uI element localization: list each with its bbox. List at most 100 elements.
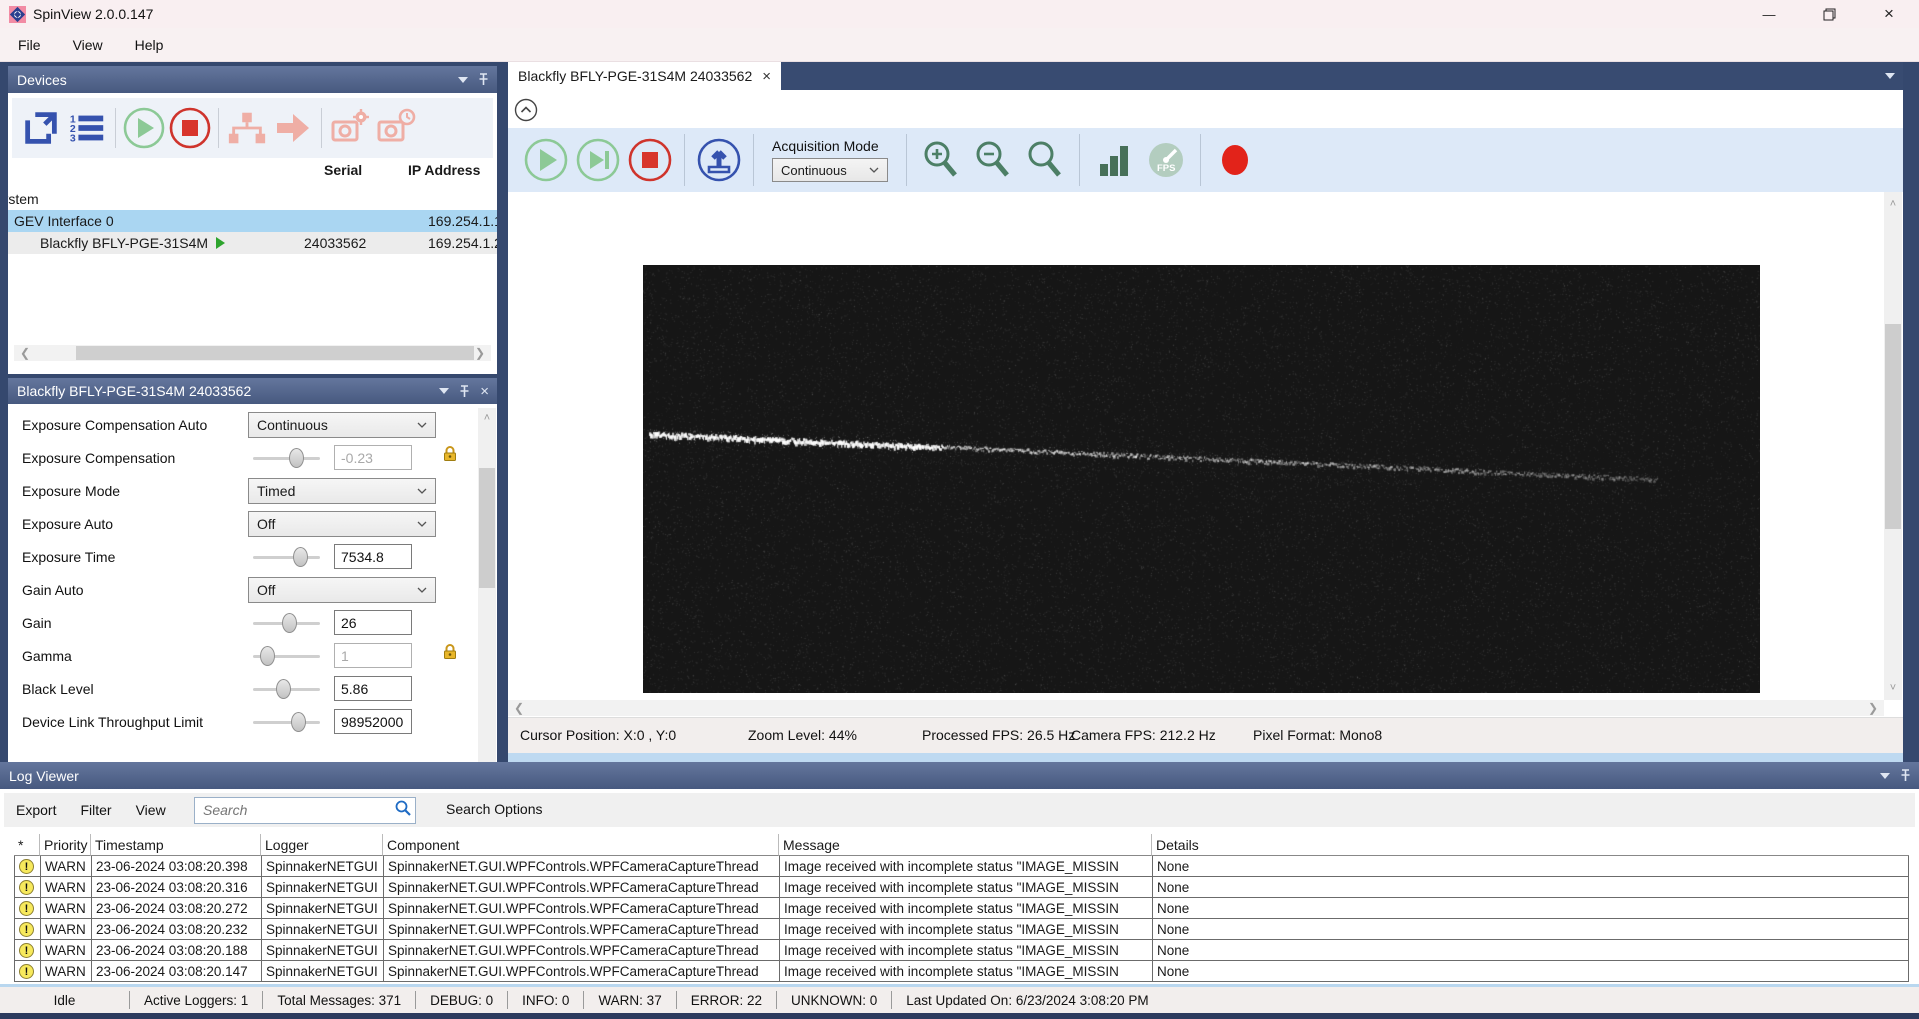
log-menu-filter[interactable]: Filter — [68, 797, 123, 823]
stop-stream-icon[interactable] — [624, 134, 676, 186]
slider-thumb[interactable] — [289, 448, 304, 468]
slider-thumb[interactable] — [291, 712, 306, 732]
viewport-horizontal-scrollbar[interactable]: ❮ ❯ — [508, 700, 1884, 716]
column-header[interactable]: Message — [779, 834, 1152, 856]
stream-tab[interactable]: Blackfly BFLY-PGE-31S4M 24033562 × — [508, 62, 781, 90]
log-row[interactable]: !WARN23-06-2024 03:08:20.147SpinnakerNET… — [14, 961, 1909, 982]
device-tree-row[interactable]: GEV Interface 0169.254.1.1 — [8, 210, 497, 232]
camera-image[interactable] — [643, 265, 1760, 693]
column-header[interactable]: Priority — [40, 834, 91, 856]
panel-menu-icon[interactable] — [1880, 773, 1890, 779]
setting-slider[interactable] — [253, 613, 320, 633]
setting-slider[interactable] — [253, 448, 320, 468]
pin-icon[interactable] — [459, 385, 470, 398]
start-stream-icon[interactable] — [520, 134, 572, 186]
scrollbar-thumb[interactable] — [76, 346, 474, 360]
log-row[interactable]: !WARN23-06-2024 03:08:20.272SpinnakerNET… — [14, 898, 1909, 919]
setting-value-input[interactable] — [334, 643, 412, 668]
search-icon[interactable] — [394, 799, 412, 817]
start-acquisition-icon[interactable] — [121, 105, 167, 151]
settings-rows: Exposure Compensation AutoContinuousExpo… — [8, 408, 478, 738]
log-menu-export[interactable]: Export — [4, 797, 68, 823]
search-options-button[interactable]: Search Options — [432, 797, 557, 824]
pin-icon[interactable] — [1900, 769, 1911, 782]
device-tree-row[interactable]: Blackfly BFLY-PGE-31S4M24033562169.254.1… — [8, 232, 497, 254]
close-panel-icon[interactable]: × — [480, 383, 489, 400]
setting-value-input[interactable] — [334, 610, 412, 635]
scroll-up-icon[interactable]: ˄ — [478, 412, 496, 424]
scroll-left-icon[interactable]: ❮ — [14, 346, 36, 360]
scroll-right-icon[interactable]: ❯ — [1862, 701, 1884, 715]
setting-dropdown[interactable]: Off — [248, 511, 436, 537]
toolbar-separator — [1079, 134, 1080, 186]
log-row[interactable]: !WARN23-06-2024 03:08:20.188SpinnakerNET… — [14, 940, 1909, 961]
column-header[interactable]: Timestamp — [91, 834, 261, 856]
column-header[interactable]: Logger — [261, 834, 383, 856]
chevron-down-icon — [869, 167, 879, 173]
column-header[interactable]: Component — [383, 834, 779, 856]
zoom-fit-icon[interactable] — [1019, 134, 1071, 186]
panel-menu-icon[interactable] — [439, 388, 449, 394]
setting-slider[interactable] — [253, 646, 320, 666]
menu-item-view[interactable]: View — [59, 31, 117, 59]
setting-value-input[interactable] — [334, 544, 412, 569]
scrollbar-thumb[interactable] — [1885, 324, 1901, 529]
image-viewport[interactable] — [508, 192, 1884, 700]
device-tree: SystemGEV Interface 0169.254.1.1Blackfly… — [8, 188, 497, 254]
fps-gauge-icon[interactable]: FPS — [1140, 134, 1192, 186]
scroll-right-icon[interactable]: ❯ — [469, 346, 491, 360]
tab-list-icon[interactable] — [1885, 73, 1895, 79]
slider-thumb[interactable] — [276, 679, 291, 699]
search-input[interactable] — [194, 797, 416, 824]
slider-thumb[interactable] — [293, 547, 308, 567]
setting-slider[interactable] — [253, 712, 320, 732]
device-tree-row[interactable]: System — [8, 188, 497, 210]
log-row[interactable]: !WARN23-06-2024 03:08:20.232SpinnakerNET… — [14, 919, 1909, 940]
viewport-vertical-scrollbar[interactable]: ˄ ˅ — [1884, 192, 1902, 700]
log-row[interactable]: !WARN23-06-2024 03:08:20.316SpinnakerNET… — [14, 877, 1909, 898]
setting-dropdown[interactable]: Timed — [248, 478, 436, 504]
setting-slider[interactable] — [253, 679, 320, 699]
devices-horizontal-scrollbar[interactable]: ❮ ❯ — [14, 345, 491, 361]
close-tab-icon[interactable]: × — [762, 68, 771, 85]
column-header[interactable]: * — [14, 834, 40, 856]
acquisition-mode-dropdown[interactable]: Continuous — [772, 158, 888, 182]
log-menu-view[interactable]: View — [124, 797, 178, 823]
scroll-left-icon[interactable]: ❮ — [508, 701, 530, 715]
camera-settings-icon[interactable] — [327, 105, 373, 151]
refresh-device-list-icon[interactable] — [18, 105, 64, 151]
pin-icon[interactable] — [478, 73, 489, 86]
scroll-down-icon[interactable]: ˅ — [1884, 682, 1902, 694]
close-button[interactable]: × — [1859, 0, 1919, 28]
device-list-order-icon[interactable]: 123 — [64, 105, 110, 151]
setting-value-input[interactable] — [334, 676, 412, 701]
collapse-toolbar-button[interactable] — [514, 98, 538, 125]
setting-dropdown[interactable]: Off — [248, 577, 436, 603]
setting-value-input[interactable] — [334, 445, 412, 470]
panel-menu-icon[interactable] — [458, 77, 468, 83]
zoom-in-icon[interactable] — [915, 134, 967, 186]
log-row[interactable]: !WARN23-06-2024 03:08:20.398SpinnakerNET… — [14, 856, 1909, 877]
slider-thumb[interactable] — [282, 613, 297, 633]
zoom-out-icon[interactable] — [967, 134, 1019, 186]
log-cell: WARN — [41, 961, 92, 982]
setting-dropdown[interactable]: Continuous — [248, 412, 436, 438]
column-header[interactable]: Details — [1152, 834, 1909, 856]
slider-thumb[interactable] — [260, 646, 275, 666]
single-frame-icon[interactable] — [572, 134, 624, 186]
menu-item-file[interactable]: File — [4, 31, 55, 59]
network-topology-icon[interactable] — [224, 105, 270, 151]
menu-item-help[interactable]: Help — [121, 31, 178, 59]
histogram-icon[interactable] — [1088, 134, 1140, 186]
scroll-up-icon[interactable]: ˄ — [1884, 198, 1902, 210]
minimize-button[interactable]: — — [1739, 0, 1799, 28]
restore-button[interactable] — [1799, 0, 1859, 28]
save-images-icon[interactable] — [693, 134, 745, 186]
scrollbar-thumb[interactable] — [479, 468, 495, 588]
camera-timer-icon[interactable] — [373, 105, 419, 151]
setting-value-input[interactable] — [334, 709, 412, 734]
setting-slider[interactable] — [253, 547, 320, 567]
next-device-icon[interactable] — [270, 105, 316, 151]
record-icon[interactable] — [1209, 134, 1261, 186]
stop-acquisition-icon[interactable] — [167, 105, 213, 151]
